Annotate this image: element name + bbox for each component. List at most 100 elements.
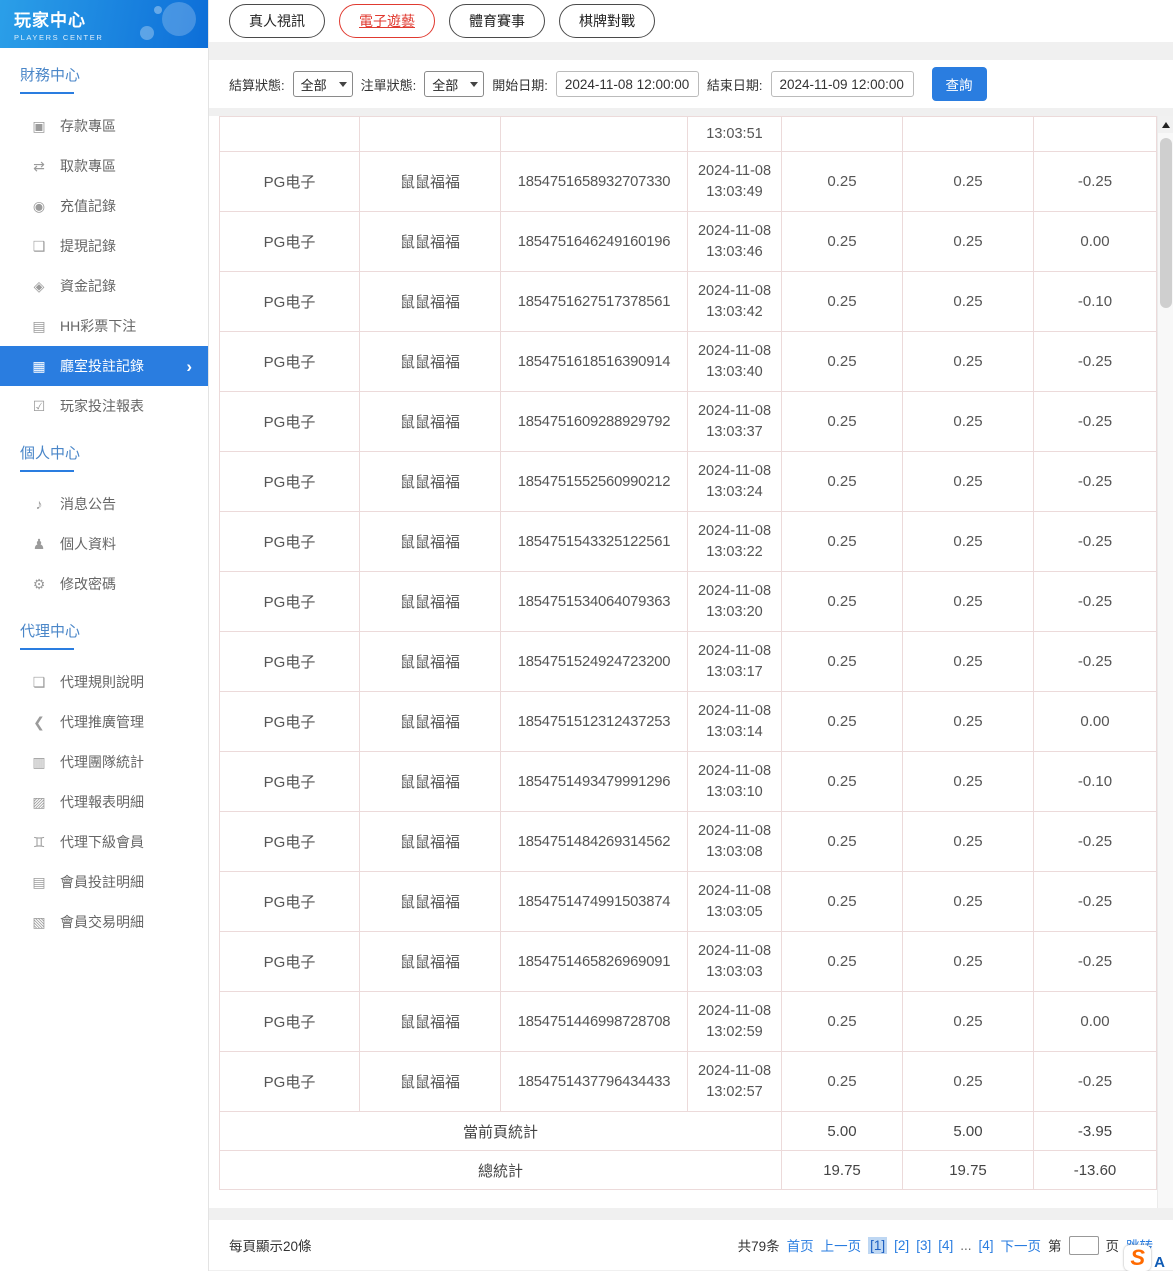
sidebar-item-withdrawal-records[interactable]: ❑提現記錄: [0, 226, 208, 266]
sidebar-item-room-bet-records[interactable]: ▦廳室投註記錄›: [0, 346, 208, 386]
cell-win-loss: [1034, 117, 1157, 152]
cell-win-loss: -0.25: [1034, 332, 1157, 392]
total-count: 共79条: [738, 1235, 780, 1255]
spacer: [209, 108, 1173, 116]
sogou-ime-icon[interactable]: S: [1124, 1245, 1151, 1271]
cell-bet-id: 1854751512312437253: [501, 692, 688, 752]
cell-bet-amount: 0.25: [782, 692, 903, 752]
bet-time: 13:03:20: [688, 602, 781, 623]
bet-time: 13:03:14: [688, 722, 781, 743]
cell-bet-id: 1854751543325122561: [501, 512, 688, 572]
sidebar-item-label: 會員交易明細: [60, 912, 144, 932]
sidebar-item-label: 代理推廣管理: [60, 712, 144, 732]
cell-game: 鼠鼠福福: [360, 212, 501, 272]
cell-bet-id: 1854751484269314562: [501, 812, 688, 872]
next-page-link[interactable]: 下一页: [1001, 1235, 1042, 1255]
start-date-input[interactable]: [556, 71, 699, 97]
sidebar-item-agent-promotion[interactable]: ❮代理推廣管理: [0, 702, 208, 742]
dropdown-caret-icon: [339, 82, 347, 87]
tab-live-video[interactable]: 真人視訊: [229, 4, 325, 38]
cell-bet-amount: 0.25: [782, 752, 903, 812]
ime-mode-indicator[interactable]: A: [1154, 1254, 1165, 1271]
cell-bet-id: 1854751646249160196: [501, 212, 688, 272]
bet-time: 13:03:40: [688, 362, 781, 383]
deposit-zone-icon: ▣: [30, 118, 48, 135]
settle-status-select[interactable]: 全部: [293, 71, 353, 97]
player-bet-report-icon: ☑: [30, 398, 48, 415]
sidebar-item-withdraw-zone[interactable]: ⇄取款專區: [0, 146, 208, 186]
cell-bet-time: 2024-11-0813:03:17: [688, 632, 782, 692]
cell-bet-amount: 0.25: [782, 152, 903, 212]
cell-win-loss: -0.25: [1034, 812, 1157, 872]
bet-records-table-wrap: 13:03:51PG电子鼠鼠福福18547516589327073302024-…: [209, 116, 1173, 1208]
end-date-input[interactable]: [771, 71, 914, 97]
sidebar-item-profile[interactable]: ♟個人資料: [0, 524, 208, 564]
last-page-link[interactable]: [4]: [978, 1238, 993, 1253]
tab-sports-events[interactable]: 體育賽事: [449, 4, 545, 38]
sidebar-item-agent-rules[interactable]: ❏代理規則說明: [0, 662, 208, 702]
jump-page-input[interactable]: [1069, 1236, 1099, 1255]
sidebar-item-agent-team-stats[interactable]: ▥代理團隊統計: [0, 742, 208, 782]
table-row: PG电子鼠鼠福福18547514469987287082024-11-0813:…: [220, 992, 1157, 1052]
page-link-1[interactable]: [1]: [868, 1237, 887, 1254]
prev-page-link[interactable]: 上一页: [821, 1235, 862, 1255]
cell-game: 鼠鼠福福: [360, 572, 501, 632]
sidebar-item-announcements[interactable]: ♪消息公告: [0, 484, 208, 524]
recharge-records-icon: ◉: [30, 198, 48, 215]
announcements-icon: ♪: [30, 496, 48, 512]
bet-time: 13:03:24: [688, 482, 781, 503]
page-link-4[interactable]: [4]: [938, 1238, 953, 1253]
cell-game: 鼠鼠福福: [360, 872, 501, 932]
cell-game: 鼠鼠福福: [360, 392, 501, 452]
sidebar-item-agent-sub-members[interactable]: ♊代理下級會員: [0, 822, 208, 862]
bet-date: 2024-11-08: [688, 701, 781, 722]
summary-value: -13.60: [1034, 1151, 1157, 1190]
cell-bet-time: 2024-11-0813:03:37: [688, 392, 782, 452]
scrollbar-thumb[interactable]: [1160, 138, 1172, 308]
cell-game: 鼠鼠福福: [360, 812, 501, 872]
sidebar-section-title: 財務中心: [20, 64, 208, 94]
page-link-3[interactable]: [3]: [916, 1238, 931, 1253]
first-page-link[interactable]: 首页: [787, 1235, 814, 1255]
bet-status-select[interactable]: 全部: [424, 71, 484, 97]
bet-date: 2024-11-08: [688, 881, 781, 902]
scrollbar-up-icon: [1162, 122, 1170, 128]
summary-value: 5.00: [782, 1112, 903, 1151]
cell-bet-time: 2024-11-0813:03:42: [688, 272, 782, 332]
cell-valid-amount: 0.25: [903, 752, 1034, 812]
tab-electronic-games[interactable]: 電子遊藝: [339, 4, 435, 38]
cell-bet-id: 1854751658932707330: [501, 152, 688, 212]
sidebar-item-player-bet-report[interactable]: ☑玩家投注報表: [0, 386, 208, 426]
cell-game: 鼠鼠福福: [360, 512, 501, 572]
jump-prefix: 第: [1048, 1235, 1062, 1255]
sidebar-item-recharge-records[interactable]: ◉充值記錄: [0, 186, 208, 226]
cell-win-loss: 0.00: [1034, 692, 1157, 752]
sidebar-item-deposit-zone[interactable]: ▣存款專區: [0, 106, 208, 146]
cell-game: 鼠鼠福福: [360, 752, 501, 812]
page-link-2[interactable]: [2]: [894, 1238, 909, 1253]
table-scrollbar[interactable]: [1157, 116, 1173, 1208]
tab-board-games[interactable]: 棋牌對戰: [559, 4, 655, 38]
sidebar-item-funds-records[interactable]: ◈資金記錄: [0, 266, 208, 306]
agent-report-details-icon: ▨: [30, 794, 48, 811]
agent-rules-icon: ❏: [30, 674, 48, 691]
sidebar-item-agent-report-details[interactable]: ▨ 代理報表明細: [0, 782, 208, 822]
search-button[interactable]: 查詢: [932, 67, 987, 101]
cell-provider: PG电子: [220, 692, 360, 752]
spacer: [209, 1208, 1173, 1220]
sidebar-item-hh-lottery-bet[interactable]: ▤HH彩票下注: [0, 306, 208, 346]
sidebar-item-change-password[interactable]: ⚙修改密碼: [0, 564, 208, 604]
sidebar: 玩家中心 PLAYERS CENTER 財務中心▣存款專區⇄取款專區◉充值記錄❑…: [0, 0, 209, 1271]
sidebar-item-member-bet-details[interactable]: ▤會員投註明細: [0, 862, 208, 902]
summary-value: 5.00: [903, 1112, 1034, 1151]
cell-bet-time: 2024-11-0813:02:57: [688, 1052, 782, 1112]
sidebar-item-member-transactions[interactable]: ▧會員交易明細: [0, 902, 208, 942]
cell-provider: PG电子: [220, 872, 360, 932]
ime-indicator[interactable]: S A: [1124, 1245, 1165, 1271]
member-bet-details-icon: ▤: [30, 874, 48, 891]
cell-win-loss: -0.25: [1034, 512, 1157, 572]
cell-win-loss: 0.00: [1034, 992, 1157, 1052]
sidebar-item-label: 代理報表明細: [60, 792, 144, 812]
cell-bet-time: 2024-11-0813:03:49: [688, 152, 782, 212]
scrollbar-up-button[interactable]: [1158, 116, 1173, 133]
